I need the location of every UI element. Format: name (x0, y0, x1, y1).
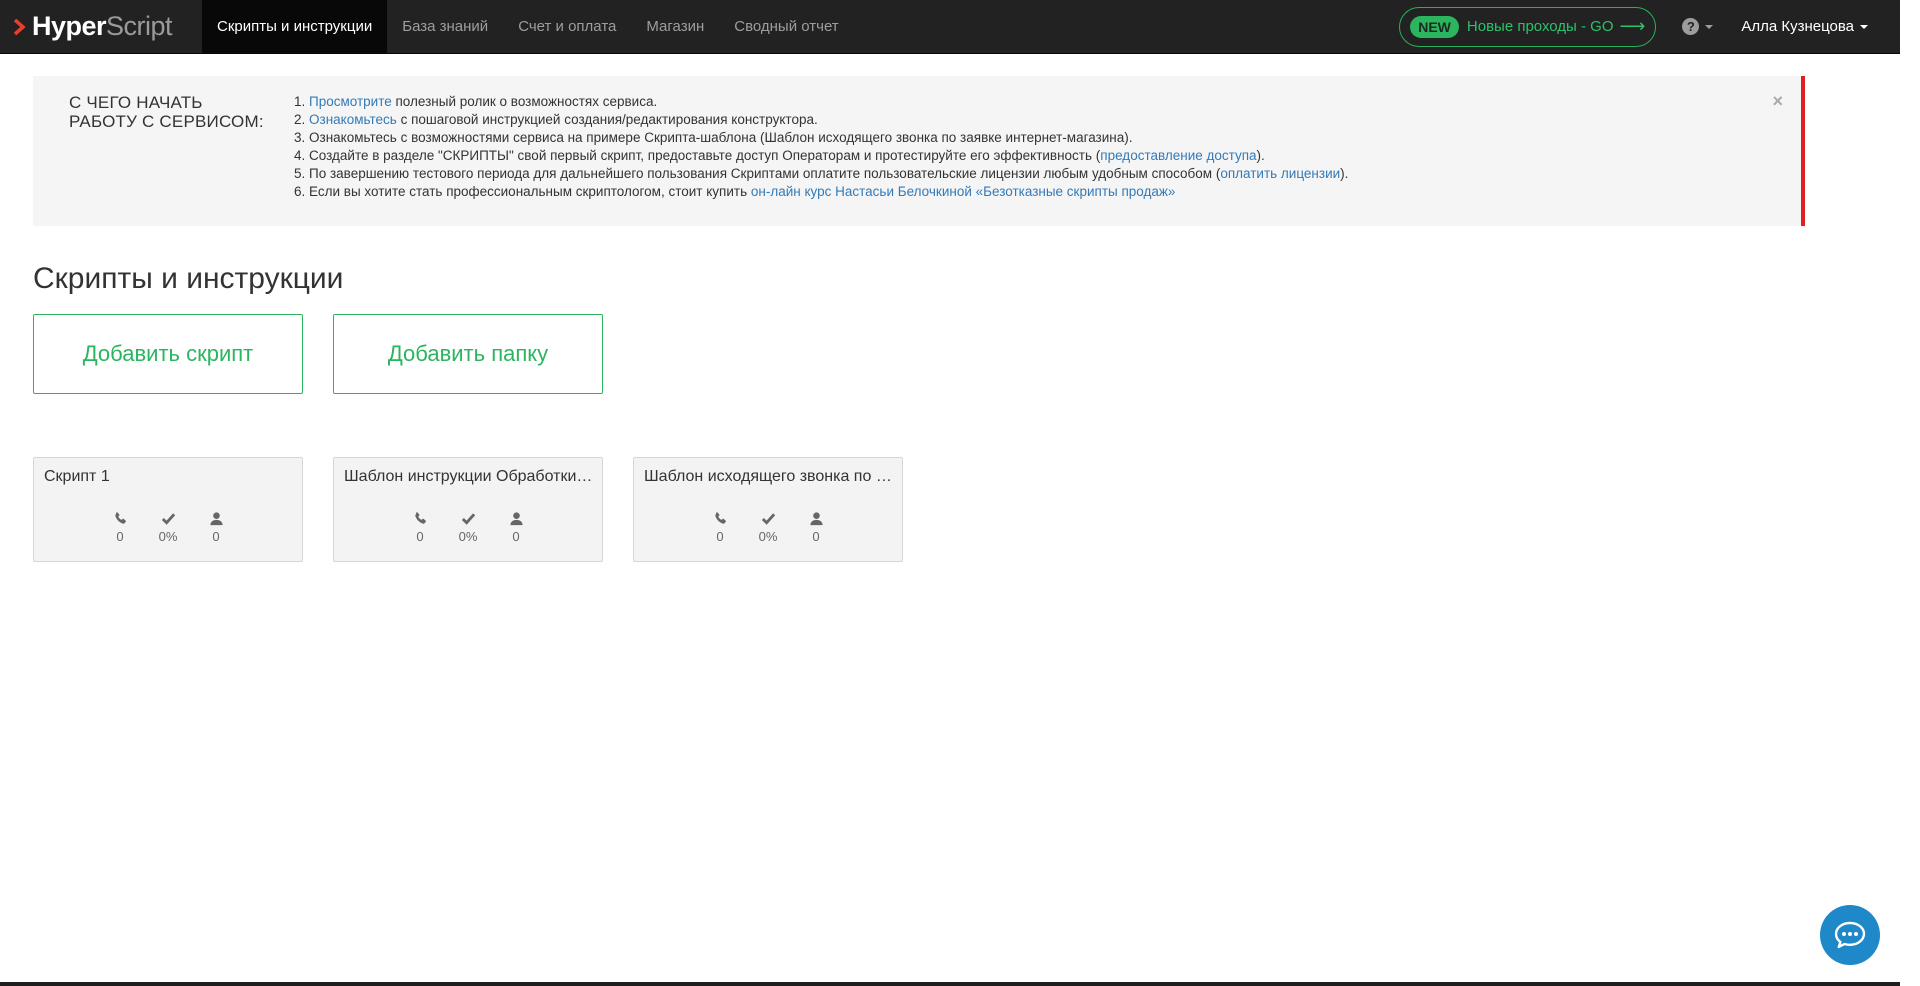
step-item: 3. Ознакомьтесь с возможностями сервиса … (294, 130, 1133, 145)
page-title: Скрипты и инструкции (33, 262, 344, 295)
script-card[interactable]: Шаблон инструкции Обработки входящей зая… (333, 457, 603, 562)
nav-item-scripts[interactable]: Скрипты и инструкции (202, 0, 388, 54)
phone-icon (414, 512, 426, 524)
step-item: 5. По завершению тестового периода для д… (294, 166, 1349, 181)
user-name: Алла Кузнецова (1741, 18, 1854, 35)
success-stat: 0% (144, 511, 192, 544)
add-folder-button[interactable]: Добавить папку (333, 314, 603, 394)
step-item: 1. Просмотрите полезный ролик о возможно… (294, 94, 658, 109)
page-scrollbar[interactable] (1900, 0, 1920, 986)
user-icon (209, 512, 223, 526)
close-icon[interactable]: × (1772, 92, 1783, 110)
brand-logo[interactable]: HyperScript (0, 0, 202, 54)
caret-down-icon (1705, 24, 1714, 29)
arrow-right-icon: ⟶ (1619, 16, 1646, 36)
script-card-title: Шаблон инструкции Обработки входящей зая… (344, 468, 594, 485)
help-dropdown[interactable]: ? (1682, 18, 1714, 35)
getting-started-alert: С ЧЕГО НАЧАТЬ РАБОТУ С СЕРВИСОМ: 1. Прос… (33, 76, 1805, 226)
script-card-title: Шаблон исходящего звонка по заявке интер… (644, 468, 894, 485)
nav-item-summary-report[interactable]: Сводный отчет (719, 0, 853, 54)
new-passes-button[interactable]: NEW Новые проходы - GO ⟶ (1399, 6, 1657, 47)
add-script-button[interactable]: Добавить скрипт (33, 314, 303, 394)
script-card-stats: 0 0% 0 (34, 511, 302, 544)
user-menu[interactable]: Алла Кузнецова (1741, 18, 1868, 35)
calls-stat: 0 (96, 511, 144, 544)
chevron-right-icon (13, 18, 26, 35)
main-nav: Скрипты и инструкции База знаний Счет и … (202, 0, 854, 54)
nav-right: NEW Новые проходы - GO ⟶ ? Алла Кузнецов… (1399, 0, 1900, 54)
users-stat: 0 (492, 511, 540, 544)
top-navbar: HyperScript Скрипты и инструкции База зн… (0, 0, 1900, 54)
getting-started-steps: 1. Просмотрите полезный ролик о возможно… (294, 93, 1348, 201)
nav-item-billing[interactable]: Счет и оплата (503, 0, 631, 54)
check-icon (461, 513, 475, 525)
check-icon (161, 513, 175, 525)
help-icon: ? (1682, 18, 1700, 35)
new-badge: NEW (1410, 15, 1459, 38)
grant-access-link[interactable]: предоставление доступа (1100, 148, 1256, 163)
getting-started-title: С ЧЕГО НАЧАТЬ РАБОТУ С СЕРВИСОМ: (69, 93, 264, 131)
script-card[interactable]: Шаблон исходящего звонка по заявке интер… (633, 457, 903, 562)
script-card[interactable]: Скрипт 1 0 0% 0 (33, 457, 303, 562)
users-stat: 0 (792, 511, 840, 544)
user-icon (509, 512, 523, 526)
brand-name: HyperScript (32, 11, 173, 41)
step-item: 6. Если вы хотите стать профессиональным… (294, 184, 1176, 199)
calls-stat: 0 (696, 511, 744, 544)
step-item: 4. Создайте в разделе "СКРИПТЫ" свой пер… (294, 148, 1265, 163)
phone-icon (114, 512, 126, 524)
pay-licenses-link[interactable]: оплатить лицензии (1220, 166, 1340, 181)
nav-item-knowledge-base[interactable]: База знаний (387, 0, 503, 54)
calls-stat: 0 (396, 511, 444, 544)
chat-widget-button[interactable] (1820, 905, 1880, 965)
user-icon (809, 512, 823, 526)
users-stat: 0 (192, 511, 240, 544)
read-instructions-link[interactable]: Ознакомьтесь (309, 112, 397, 127)
online-course-link[interactable]: он-лайн курс Настасьи Белочкиной «Безотк… (751, 184, 1176, 199)
watch-video-link[interactable]: Просмотрите (309, 94, 392, 109)
bottom-edge (0, 982, 1900, 986)
caret-down-icon (1860, 24, 1868, 29)
script-card-stats: 0 0% 0 (634, 511, 902, 544)
check-icon (761, 513, 775, 525)
script-card-title: Скрипт 1 (44, 468, 110, 485)
nav-item-shop[interactable]: Магазин (631, 0, 719, 54)
new-passes-label: Новые проходы - GO (1466, 18, 1614, 35)
step-item: 2. Ознакомьтесь с пошаговой инструкцией … (294, 112, 818, 127)
script-card-stats: 0 0% 0 (334, 511, 602, 544)
success-stat: 0% (744, 511, 792, 544)
chat-bubble-icon (1834, 921, 1866, 949)
phone-icon (714, 512, 726, 524)
success-stat: 0% (444, 511, 492, 544)
